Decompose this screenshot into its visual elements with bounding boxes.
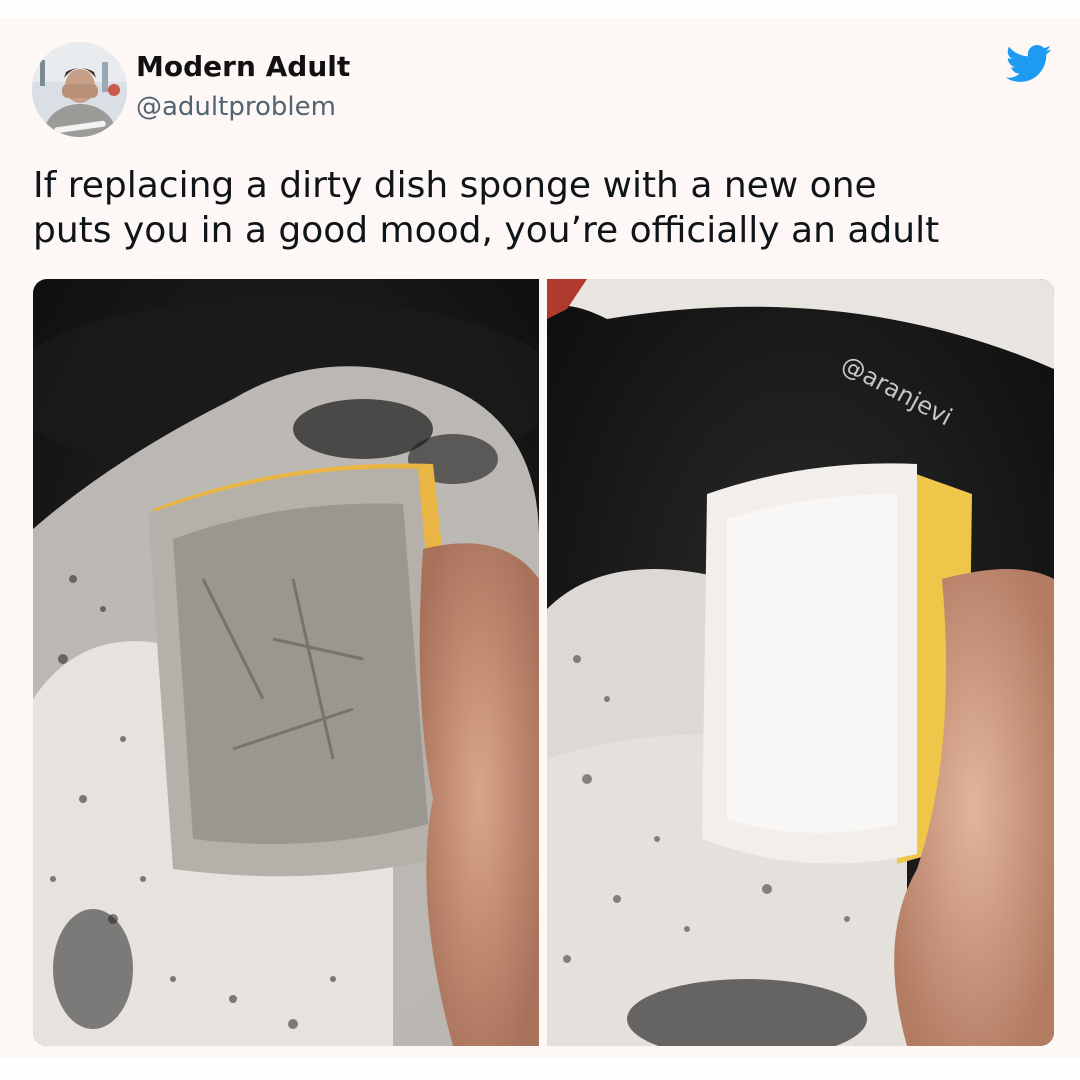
tweet-text: If replacing a dirty dish sponge with a … <box>33 163 1053 253</box>
display-name[interactable]: Modern Adult <box>136 50 350 83</box>
twitter-bird-icon[interactable] <box>1006 44 1052 84</box>
new-sponge-photo[interactable] <box>547 279 1054 1046</box>
tweet-text-line: puts you in a good mood, you’re official… <box>33 210 940 251</box>
tweet-text-line: If replacing a dirty dish sponge with a … <box>33 165 877 206</box>
dirty-sponge-image <box>33 279 539 1046</box>
user-handle[interactable]: @adultproblem <box>136 92 336 122</box>
new-sponge-image <box>547 279 1054 1046</box>
dirty-sponge-photo[interactable] <box>33 279 539 1046</box>
avatar[interactable] <box>32 42 127 137</box>
avatar-image <box>32 42 127 137</box>
